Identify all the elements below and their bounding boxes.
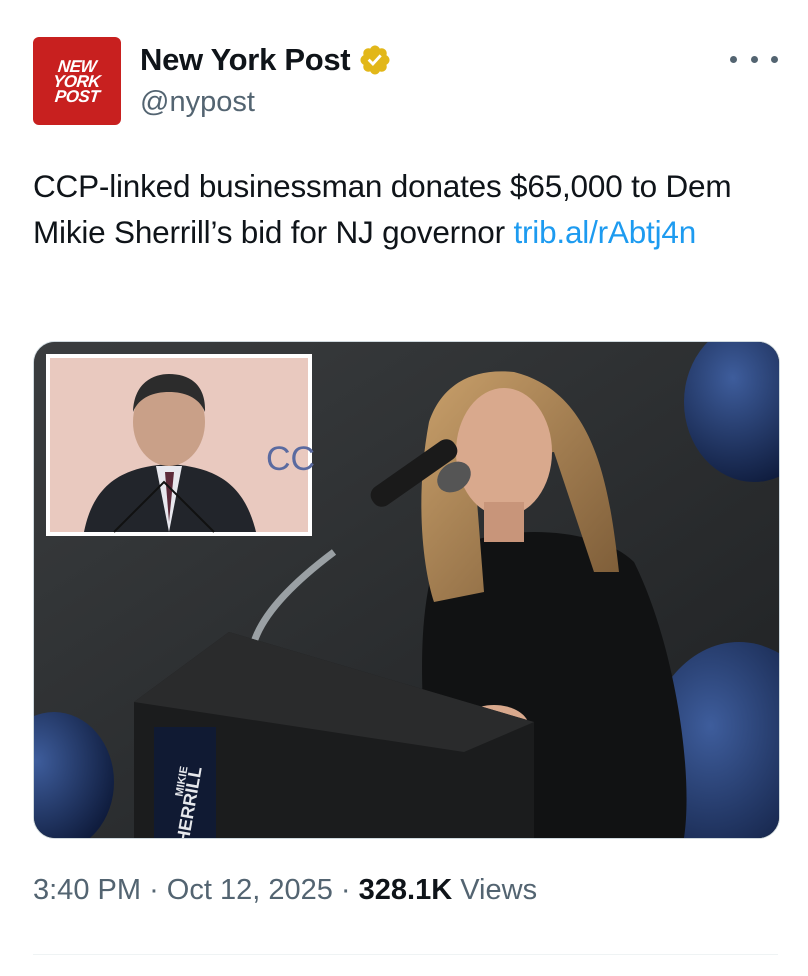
logo-line-3: POST [53,86,101,106]
tweet-link[interactable]: trib.al/rAbtj4n [513,214,696,250]
tweet-text: CCP-linked businessman donates $65,000 t… [33,163,778,255]
views-count: 328.1K [358,874,453,906]
inset-backdrop-letters: CC [266,440,315,478]
account-avatar[interactable]: NEW YORK POST [33,37,121,125]
more-horizontal-icon[interactable] [730,50,778,68]
views-label: Views [460,874,538,906]
meta-separator: · [149,874,159,906]
photo-podium-speaker: MIKIE SHERRILL CC [34,342,779,838]
tweet-date[interactable]: Oct 12, 2025 [167,874,333,906]
account-handle[interactable]: @nypost [140,86,255,119]
meta-separator: · [340,874,351,906]
tweet-time[interactable]: 3:40 PM [33,874,141,906]
divider [33,954,778,955]
tweet-meta: 3:40 PM · Oct 12, 2025 · 328.1K Views [33,874,537,907]
account-display-name[interactable]: New York Post [140,42,392,78]
tweet-media-image[interactable]: MIKIE SHERRILL CC [33,341,780,839]
verified-badge-icon [360,45,390,75]
display-name-text: New York Post [140,42,351,77]
inset-photo: CC [46,354,315,536]
